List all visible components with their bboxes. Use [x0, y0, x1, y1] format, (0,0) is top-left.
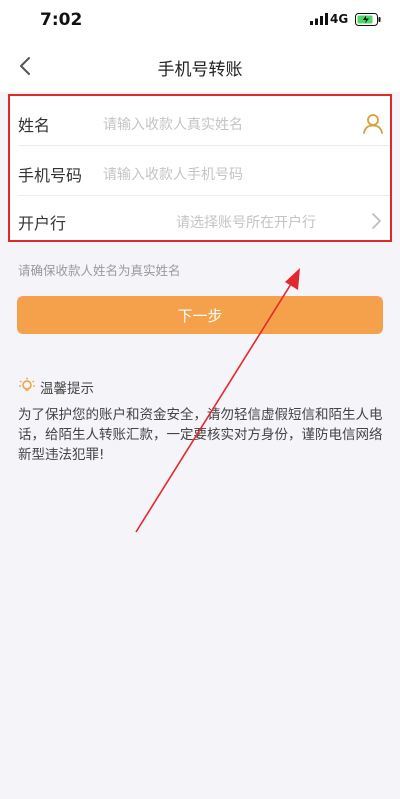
- name-hint: 请确保收款人姓名为真实姓名: [18, 263, 181, 278]
- battery-icon: [355, 13, 381, 26]
- next-button[interactable]: 下一步: [17, 296, 383, 334]
- name-input[interactable]: 请输入收款人真实姓名: [103, 114, 243, 134]
- chevron-right-icon: [372, 213, 381, 229]
- name-label: 姓名: [18, 116, 51, 135]
- nav-bar: 手机号转账: [0, 40, 400, 92]
- phone-input[interactable]: 请输入收款人手机号码: [103, 164, 243, 184]
- contact-person-icon[interactable]: [362, 112, 384, 134]
- signal-icon: [310, 13, 328, 25]
- status-bar: 7:02 4G: [0, 0, 400, 40]
- lightbulb-icon: [19, 377, 35, 391]
- status-time: 7:02: [40, 10, 83, 30]
- bank-label: 开户行: [18, 214, 67, 233]
- tips-title: 温馨提示: [40, 381, 94, 397]
- bank-row[interactable]: 开户行 请选择账号所在开户行: [8, 196, 392, 244]
- network-type: 4G: [330, 12, 349, 26]
- phone-label: 手机号码: [18, 166, 83, 185]
- transfer-form: 姓名 请输入收款人真实姓名 手机号码 请输入收款人手机号码 开户行 请选择账号所…: [8, 94, 392, 242]
- bank-select[interactable]: 请选择账号所在开户行: [176, 212, 316, 232]
- phone-row[interactable]: 手机号码 请输入收款人手机号码: [8, 148, 392, 196]
- divider: [18, 145, 392, 146]
- page-title: 手机号转账: [157, 60, 243, 80]
- tips-body: 为了保护您的账户和资金安全，请勿轻信虚假短信和陌生人电话，给陌生人转账汇款，一定…: [18, 407, 383, 463]
- name-row[interactable]: 姓名 请输入收款人真实姓名: [8, 98, 392, 146]
